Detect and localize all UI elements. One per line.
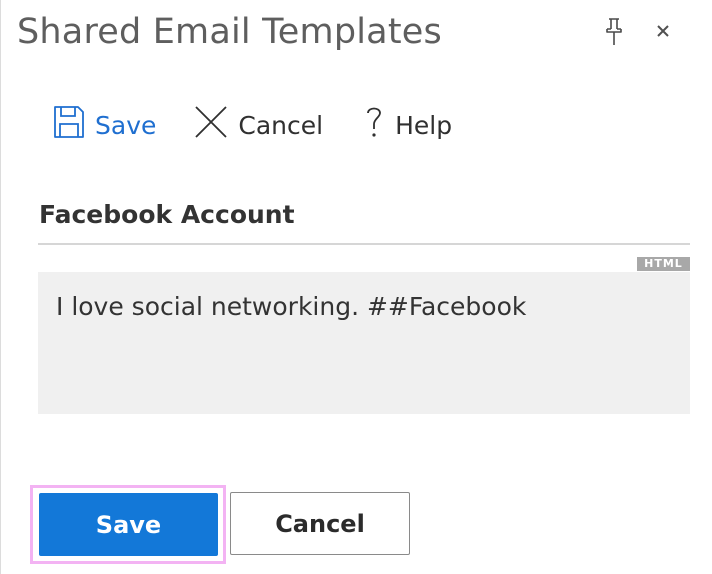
shared-email-templates-pane: Shared Email Templates Save Cancel Help … (0, 0, 712, 574)
cancel-button[interactable]: Cancel (230, 492, 410, 555)
save-button[interactable]: Save (39, 493, 218, 556)
template-body-text: I love social networking. ##Facebook (56, 292, 527, 321)
pin-icon[interactable] (602, 17, 626, 47)
x-icon (194, 105, 228, 145)
template-title-field[interactable]: Facebook Account (38, 193, 690, 245)
toolbar-cancel-button[interactable]: Cancel (194, 105, 323, 145)
toolbar-save-button[interactable]: Save (53, 105, 156, 145)
template-title-text: Facebook Account (39, 200, 295, 229)
floppy-disk-icon (53, 105, 85, 145)
toolbar-save-label: Save (95, 110, 157, 140)
toolbar-cancel-label: Cancel (238, 110, 324, 140)
html-format-badge: HTML (637, 257, 690, 271)
toolbar: Save Cancel Help (53, 104, 452, 146)
pane-title: Shared Email Templates (17, 12, 442, 52)
toolbar-help-label: Help (395, 110, 453, 140)
close-icon[interactable] (654, 20, 672, 40)
toolbar-help-button[interactable]: Help (363, 104, 452, 146)
template-body-editor[interactable]: I love social networking. ##Facebook (38, 272, 690, 414)
question-mark-icon (363, 104, 385, 146)
